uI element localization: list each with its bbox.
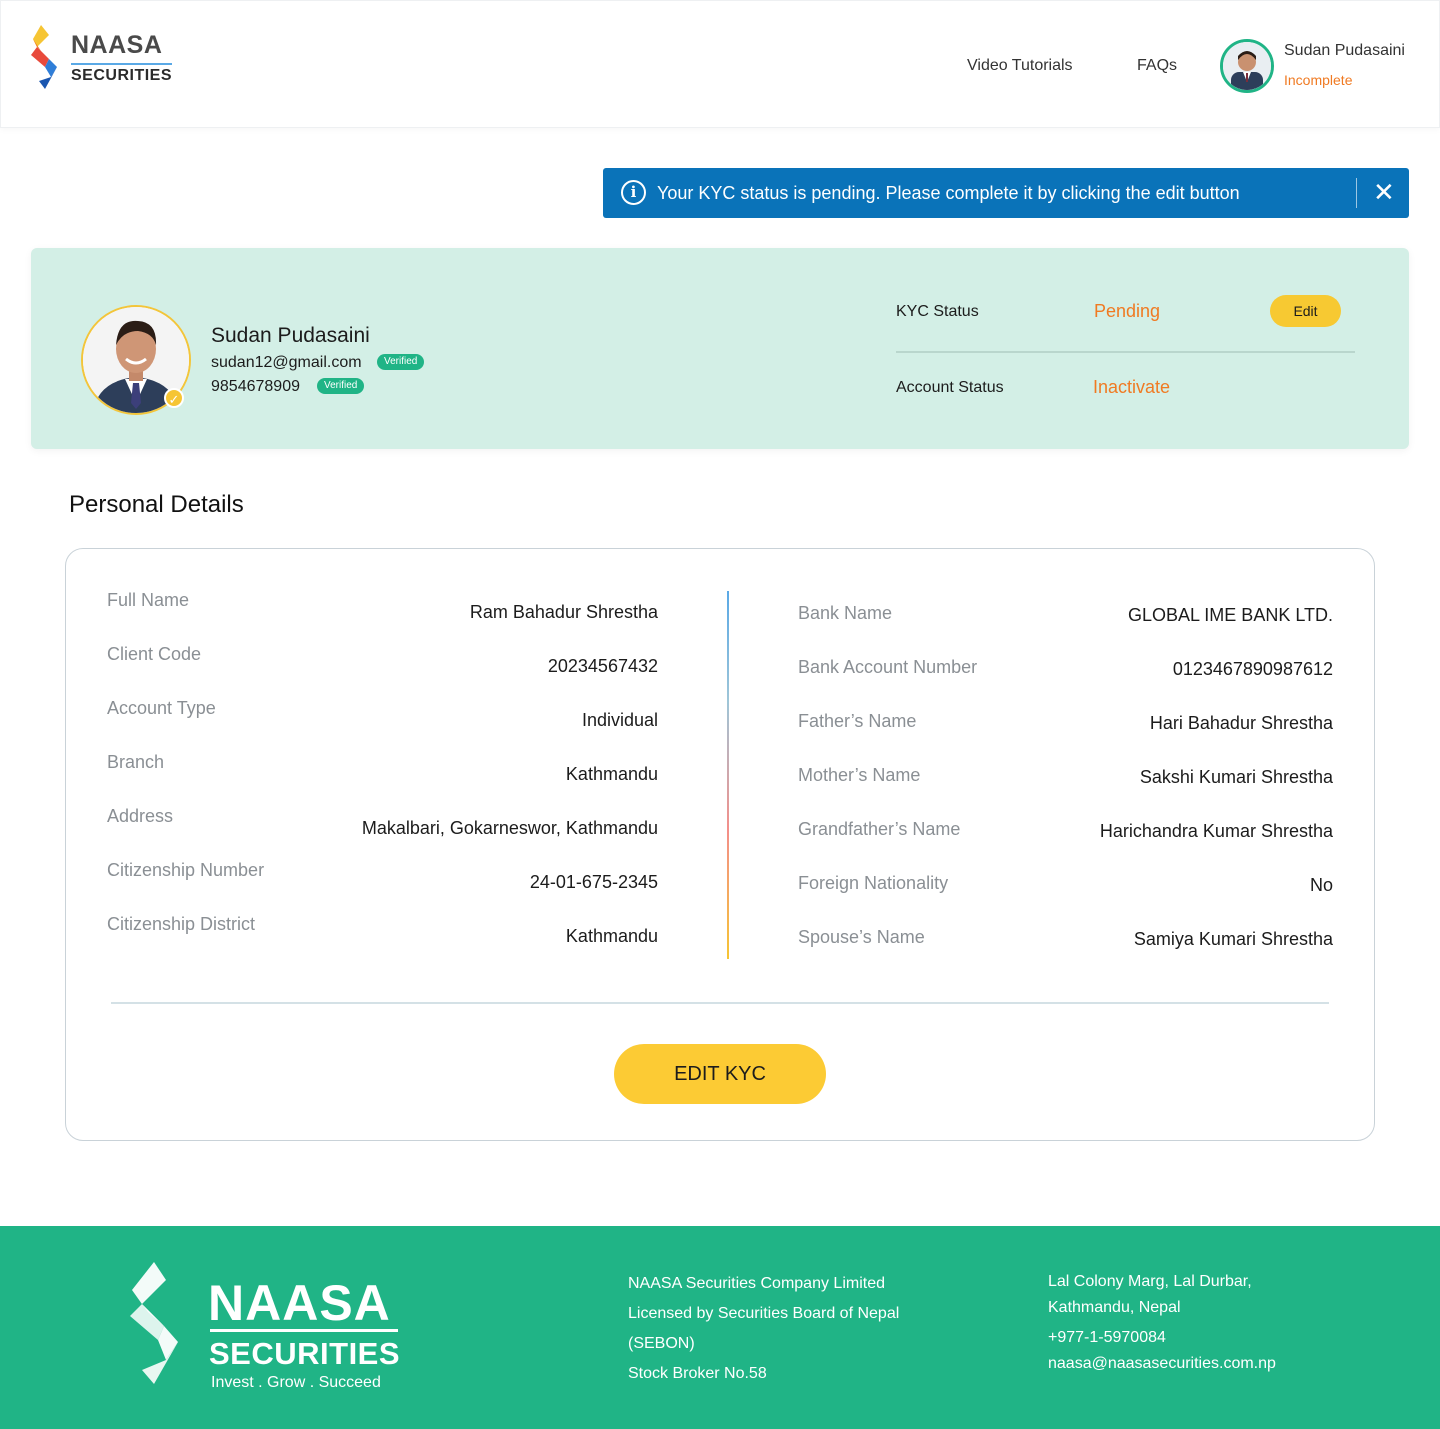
footer-address-line2: Kathmandu, Nepal [1048,1299,1181,1316]
value-bank-account-number: 0123467890987612 [1172,659,1333,679]
brand-subtitle: SECURITIES [71,63,173,85]
footer-company-info: NAASA Securities Company Limited License… [628,1269,899,1389]
label-client-code: Client Code [107,644,202,664]
close-icon[interactable]: ✕ [1373,177,1395,207]
footer-contact-info: Lal Colony Marg, Lal Durbar, Kathmandu, … [1048,1269,1276,1377]
naasa-logo[interactable]: NAASA SECURITIES [31,25,181,89]
phone-verified-badge: Verified [317,378,365,394]
footer-tagline: Invest . Grow . Succeed [211,1374,381,1391]
kyc-status-value: Pending [1094,301,1161,321]
profile-summary-card: ✓ Sudan Pudasaini sudan12@gmail.com Veri… [31,248,1409,449]
label-fathers-name: Father’s Name [798,711,917,731]
naasa-logo-mark-icon [31,25,57,89]
value-client-code: 20234567432 [547,656,658,676]
value-foreign-nationality: No [1309,875,1333,895]
user-avatar-icon [1223,42,1271,90]
value-account-type: Individual [581,710,658,730]
label-account-type: Account Type [107,698,216,718]
status-divider [896,351,1355,353]
value-grandfathers-name: Harichandra Kumar Shrestha [1099,821,1333,841]
account-status-label: Account Status [896,379,1004,396]
kyc-alert-banner: i Your KYC status is pending. Please com… [603,168,1409,218]
value-full-name: Ram Bahadur Shrestha [469,602,658,622]
value-citizenship-number: 24-01-675-2345 [529,872,658,892]
user-name[interactable]: Sudan Pudasaini [1284,42,1405,60]
label-address: Address [107,806,174,826]
kyc-status-label: KYC Status [896,303,979,320]
footer-brand-rule [210,1329,398,1332]
nav-video-tutorials[interactable]: Video Tutorials [967,57,1073,75]
label-grandfathers-name: Grandfather’s Name [798,819,961,839]
details-divider [111,1002,1329,1004]
edit-button[interactable]: Edit [1270,295,1341,327]
user-kyc-status: Incomplete [1284,72,1353,88]
value-branch: Kathmandu [565,764,658,784]
column-divider [727,591,729,959]
top-header: NAASA SECURITIES Video Tutorials FAQs Su… [0,0,1440,128]
personal-details-card: Full Name Ram Bahadur Shrestha Client Co… [65,548,1375,1141]
profile-email: sudan12@gmail.com [211,354,362,371]
label-bank-account-number: Bank Account Number [798,657,978,677]
section-title-personal-details: Personal Details [69,491,244,518]
label-branch: Branch [107,752,165,772]
account-status-value: Inactivate [1093,377,1171,397]
email-verified-badge: Verified [377,354,425,370]
footer-logo-mark-icon [130,1262,178,1384]
footer-broker-number: Stock Broker No.58 [628,1365,767,1382]
label-bank-name: Bank Name [798,603,893,623]
info-icon: i [621,180,646,205]
profile-name: Sudan Pudasaini [211,324,370,347]
alert-divider [1356,178,1357,208]
footer-brand-name: NAASA [208,1275,391,1331]
verified-check-icon: ✓ [164,388,184,408]
value-bank-name: GLOBAL IME BANK LTD. [1127,605,1333,625]
label-mothers-name: Mother’s Name [798,765,921,785]
footer-email-link[interactable]: naasa@naasasecurities.com.np [1048,1351,1276,1377]
edit-kyc-button[interactable]: EDIT KYC [614,1044,826,1104]
label-spouses-name: Spouse’s Name [798,927,925,947]
label-full-name: Full Name [107,590,190,610]
brand-name: NAASA [71,31,163,59]
value-citizenship-district: Kathmandu [565,926,658,946]
footer-sebon-line: (SEBON) [628,1335,695,1352]
label-foreign-nationality: Foreign Nationality [798,873,949,893]
alert-message: Your KYC status is pending. Please compl… [657,183,1240,203]
value-fathers-name: Hari Bahadur Shrestha [1149,713,1333,733]
footer-license-line: Licensed by Securities Board of Nepal [628,1305,900,1322]
footer-company-name: NAASA Securities Company Limited [628,1275,885,1292]
value-mothers-name: Sakshi Kumari Shrestha [1139,767,1333,787]
footer-address-line1: Lal Colony Marg, Lal Durbar, [1048,1273,1252,1290]
footer-brand-subtitle: SECURITIES [209,1336,401,1371]
label-citizenship-district: Citizenship District [107,914,256,934]
label-citizenship-number: Citizenship Number [107,860,265,880]
profile-phone: 9854678909 [211,378,300,395]
footer-phone[interactable]: +977-1-5970084 [1048,1325,1276,1351]
site-footer: NAASA SECURITIES Invest . Grow . Succeed… [0,1226,1440,1429]
user-avatar[interactable] [1220,39,1274,93]
nav-faqs[interactable]: FAQs [1137,57,1177,75]
value-address: Makalbari, Gokarneswor, Kathmandu [361,818,658,838]
value-spouses-name: Samiya Kumari Shrestha [1133,929,1333,949]
